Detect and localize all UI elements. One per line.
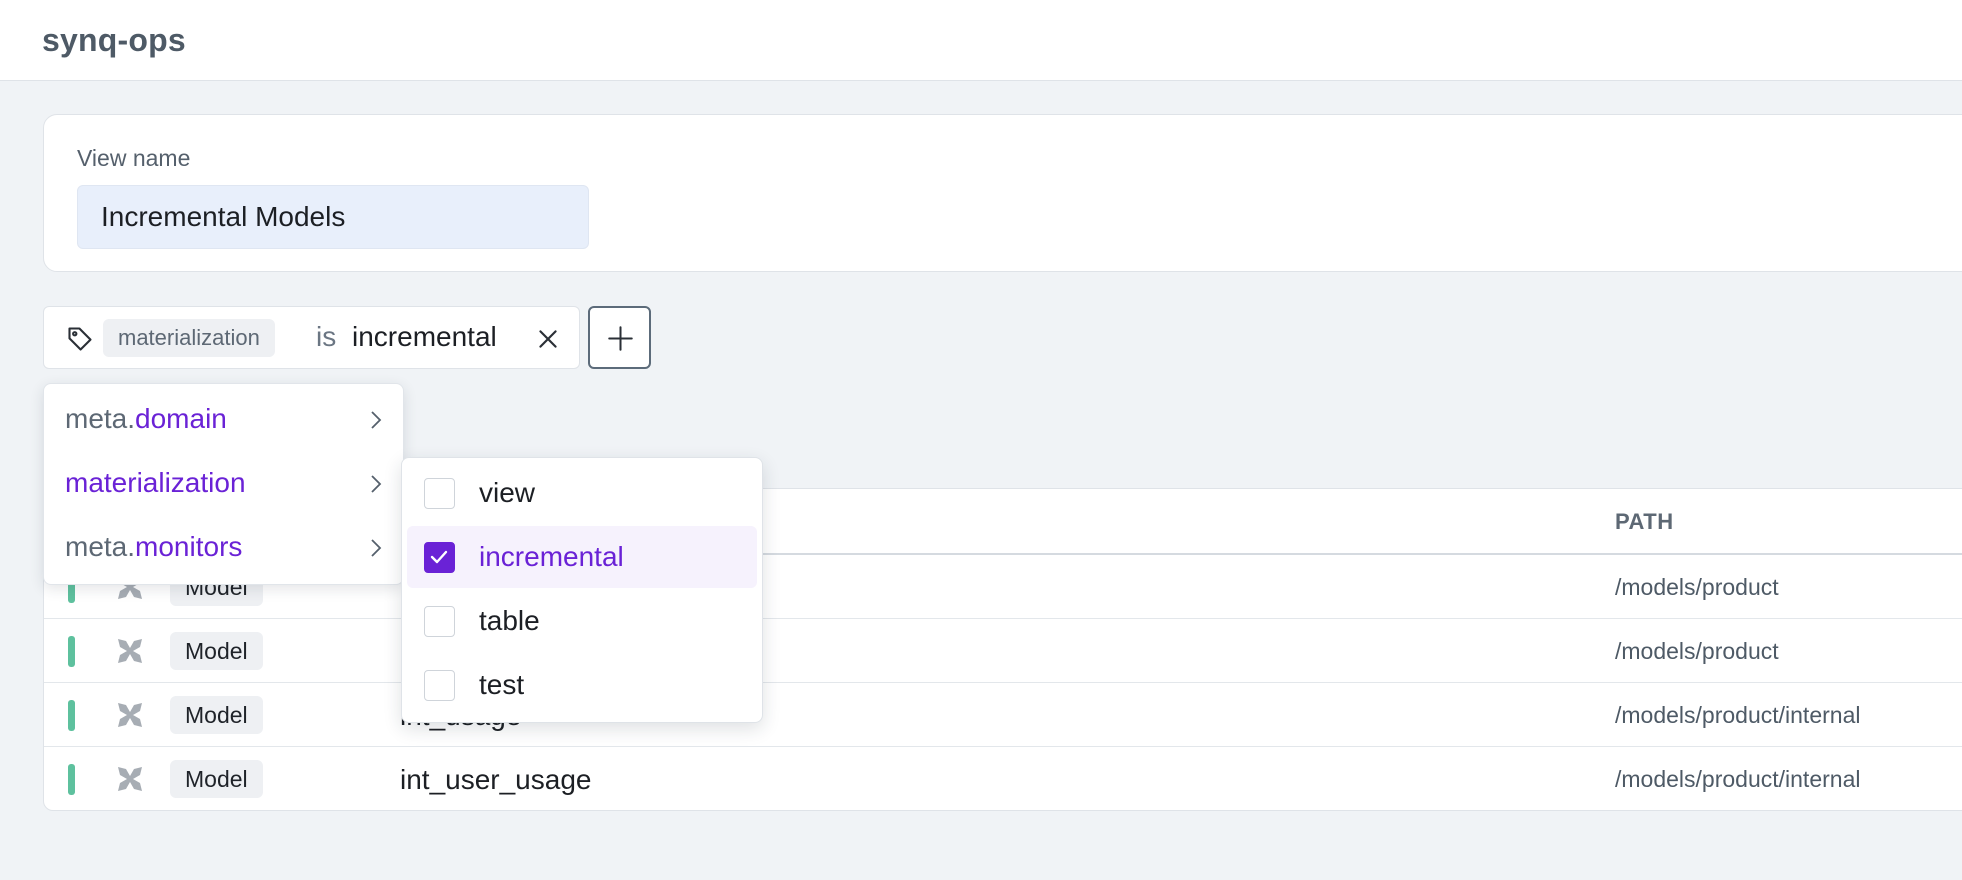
checkbox[interactable] bbox=[424, 670, 455, 701]
menu-item-prefix: meta. bbox=[65, 531, 136, 562]
status-indicator bbox=[68, 636, 75, 667]
table-row[interactable]: Model int_user_usage /models/product/int… bbox=[44, 747, 1962, 810]
view-name-input[interactable] bbox=[77, 185, 589, 249]
menu-item-label: materialization bbox=[65, 467, 246, 499]
menu-item-meta-monitors[interactable]: meta.monitors bbox=[44, 516, 403, 580]
option-label: incremental bbox=[479, 541, 624, 572]
type-badge: Model bbox=[170, 760, 263, 798]
check-icon bbox=[430, 550, 448, 564]
view-name-card: View name bbox=[43, 114, 1962, 272]
checkbox-checked[interactable] bbox=[424, 542, 455, 573]
top-bar: synq-ops bbox=[0, 0, 1962, 81]
row-name: int_user_usage bbox=[400, 764, 592, 795]
menu-item-label: meta.monitors bbox=[65, 531, 242, 563]
menu-item-materialization[interactable]: materialization bbox=[44, 452, 403, 516]
dbt-icon bbox=[118, 703, 142, 727]
menu-item-label: meta.domain bbox=[65, 403, 227, 435]
option-label: test bbox=[479, 669, 525, 700]
filter-key[interactable]: materialization bbox=[103, 319, 275, 357]
chevron-right-icon bbox=[371, 475, 382, 493]
filter-value[interactable]: incremental bbox=[352, 321, 497, 353]
option-view[interactable]: view bbox=[407, 462, 757, 524]
row-path: /models/product/internal bbox=[1615, 702, 1861, 728]
table-row[interactable]: Model /models/product bbox=[44, 619, 1962, 683]
option-label: table bbox=[479, 605, 540, 636]
checkbox[interactable] bbox=[424, 606, 455, 637]
status-indicator bbox=[68, 700, 75, 731]
menu-item-prefix: meta. bbox=[65, 403, 136, 434]
column-header-path[interactable]: PATH bbox=[1615, 509, 1674, 535]
chevron-right-icon bbox=[371, 539, 382, 557]
type-badge: Model bbox=[170, 696, 263, 734]
app-title: synq-ops bbox=[42, 22, 186, 58]
chevron-right-icon bbox=[371, 411, 382, 429]
table-row[interactable]: Model int_usage /models/product/internal bbox=[44, 683, 1962, 747]
menu-item-accent: domain bbox=[135, 403, 227, 434]
menu-item-accent: monitors bbox=[135, 531, 243, 562]
dbt-icon bbox=[118, 639, 142, 663]
menu-item-accent: materialization bbox=[65, 467, 246, 498]
option-label: view bbox=[479, 477, 536, 508]
row-path: /models/product bbox=[1615, 638, 1779, 664]
add-filter-button[interactable] bbox=[588, 306, 651, 369]
dbt-icon bbox=[118, 767, 142, 791]
option-test[interactable]: test bbox=[407, 654, 757, 716]
filter-chip[interactable]: materialization is incremental bbox=[43, 306, 580, 369]
value-menu: view incremental table test bbox=[401, 457, 763, 723]
view-name-label: View name bbox=[77, 145, 191, 171]
attribute-menu: meta.domain materialization meta.monitor… bbox=[43, 383, 404, 585]
close-icon[interactable] bbox=[535, 326, 561, 352]
checkbox[interactable] bbox=[424, 478, 455, 509]
tag-icon bbox=[68, 327, 92, 351]
plus-icon bbox=[608, 326, 633, 351]
type-badge: Model bbox=[170, 632, 263, 670]
option-incremental[interactable]: incremental bbox=[407, 526, 757, 588]
menu-item-meta-domain[interactable]: meta.domain bbox=[44, 388, 403, 452]
row-path: /models/product bbox=[1615, 574, 1779, 600]
row-path: /models/product/internal bbox=[1615, 766, 1861, 792]
option-table[interactable]: table bbox=[407, 590, 757, 652]
status-indicator bbox=[68, 764, 75, 795]
filter-operator: is bbox=[316, 321, 337, 352]
